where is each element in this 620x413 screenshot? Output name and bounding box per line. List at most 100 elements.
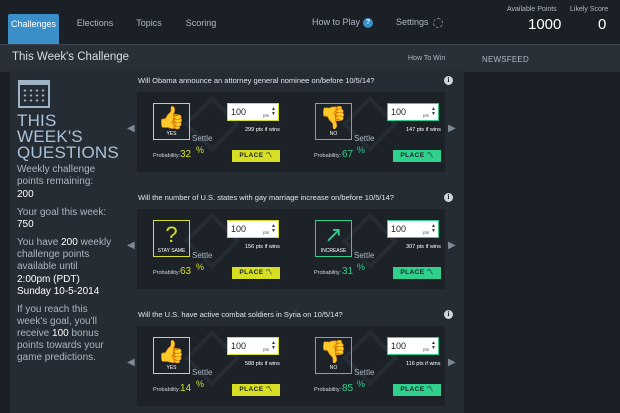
- newsfeed-heading: NEWSFEED: [482, 55, 529, 64]
- question-title: Will Obama announce an attorney general …: [138, 76, 375, 85]
- option-a-points-input[interactable]: 100 pts ▲ ▼: [227, 337, 279, 355]
- how-to-play-link[interactable]: How to Play?: [312, 17, 374, 28]
- next-arrow-icon[interactable]: ▶: [448, 123, 456, 134]
- remaining-label: Weekly challenge points remaining:: [17, 164, 96, 187]
- option-a-points-input[interactable]: 100 pts ▲ ▼: [227, 103, 279, 121]
- top-nav: Challenges Elections Topics Scoring How …: [0, 0, 620, 44]
- option-b-points-input[interactable]: 100 pts ▲ ▼: [387, 337, 439, 355]
- option-a-button[interactable]: ? STAY SAME: [153, 220, 190, 257]
- option-a-probability: 32: [180, 149, 192, 160]
- option-a-button[interactable]: 👍 YES: [153, 337, 190, 374]
- option-b-probability: 67: [342, 149, 354, 160]
- stepper-icon[interactable]: ▲ ▼: [271, 224, 276, 234]
- option-b-label: INCREASE: [320, 248, 347, 254]
- tab-challenges[interactable]: Challenges: [8, 14, 59, 44]
- option-b-place-button[interactable]: PLACE 〽: [393, 267, 441, 279]
- have-prefix: You have: [17, 237, 59, 248]
- option-a-button[interactable]: 👍 YES: [153, 103, 190, 140]
- thumbs-down-icon: 👎: [319, 105, 348, 130]
- settings-link[interactable]: Settings: [396, 17, 443, 28]
- question-title: Will the U.S. have active combat soldier…: [138, 310, 343, 319]
- probability-label: Probability:: [153, 270, 181, 276]
- weekly-availability-text: You have 200 weekly challenge points ava…: [17, 237, 117, 273]
- option-a-payout: 299 pts if wins: [245, 127, 280, 133]
- option-b-label: NO: [329, 131, 338, 137]
- bonus-text: If you reach this week's goal, you'll re…: [17, 304, 117, 364]
- trend-icon: 〽: [426, 386, 434, 393]
- probability-label: Probability:: [314, 153, 342, 159]
- tab-elections[interactable]: Elections: [72, 12, 118, 44]
- arrow-up-right-icon: ↗: [324, 222, 343, 247]
- option-b-points-input[interactable]: 100 pts ▲ ▼: [387, 103, 439, 121]
- trend-icon: 〽: [265, 269, 273, 276]
- percent-sign: %: [357, 262, 366, 272]
- prev-arrow-icon[interactable]: ◀: [127, 123, 135, 134]
- option-b-points-value: 100: [391, 341, 407, 351]
- percent-sign: %: [196, 145, 205, 155]
- stepper-icon[interactable]: ▲ ▼: [271, 107, 276, 117]
- available-points-value: 1000: [528, 16, 562, 33]
- info-icon[interactable]: i: [444, 193, 453, 202]
- place-label: PLACE: [400, 269, 425, 276]
- option-a-label: STAY SAME: [157, 248, 186, 254]
- tab-scoring[interactable]: Scoring: [180, 12, 222, 44]
- how-to-play-label: How to Play: [312, 17, 361, 27]
- stepper-icon[interactable]: ▲ ▼: [271, 341, 276, 351]
- place-label: PLACE: [239, 152, 264, 159]
- info-icon[interactable]: i: [444, 76, 453, 85]
- page-title: This Week's Challenge: [12, 51, 130, 63]
- option-a-points-value: 100: [231, 107, 247, 117]
- question-mark-icon: ?: [165, 222, 178, 247]
- option-b-button[interactable]: 👎 NO: [315, 337, 352, 374]
- trend-icon: 〽: [426, 152, 434, 159]
- have-value: 200: [61, 237, 78, 248]
- pts-suffix: pts: [422, 347, 429, 352]
- pts-suffix: pts: [422, 230, 429, 235]
- trend-icon: 〽: [426, 269, 434, 276]
- option-a-points-input[interactable]: 100 pts ▲ ▼: [227, 220, 279, 238]
- percent-sign: %: [196, 379, 205, 389]
- gear-icon: [432, 17, 443, 28]
- tab-topics[interactable]: Topics: [130, 12, 168, 44]
- option-b-place-button[interactable]: PLACE 〽: [393, 150, 441, 162]
- next-arrow-icon[interactable]: ▶: [448, 357, 456, 368]
- calendar-icon: [18, 80, 50, 108]
- option-a-place-button[interactable]: PLACE 〽: [232, 150, 280, 162]
- bonus-value: 100: [52, 328, 69, 339]
- option-b-place-button[interactable]: PLACE 〽: [393, 384, 441, 396]
- pts-suffix: pts: [262, 113, 269, 118]
- option-b-payout: 116 pts if wins: [406, 361, 441, 367]
- percent-sign: %: [196, 262, 205, 272]
- settle-label: Settle: [192, 251, 213, 260]
- option-b-points-input[interactable]: 100 pts ▲ ▼: [387, 220, 439, 238]
- option-a-place-button[interactable]: PLACE 〽: [232, 267, 280, 279]
- goal-label: Your goal this week:: [17, 207, 107, 218]
- thumbs-up-icon: 👍: [157, 105, 186, 130]
- option-a-place-button[interactable]: PLACE 〽: [232, 384, 280, 396]
- option-b-button[interactable]: 👎 NO: [315, 103, 352, 140]
- question-title: Will the number of U.S. states with gay …: [138, 193, 394, 202]
- thumbs-down-icon: 👎: [319, 339, 348, 364]
- how-to-win-link[interactable]: How To Win: [408, 55, 445, 62]
- place-label: PLACE: [400, 152, 425, 159]
- stepper-icon[interactable]: ▲ ▼: [431, 341, 436, 351]
- info-icon[interactable]: i: [444, 310, 453, 319]
- probability-label: Probability:: [153, 153, 181, 159]
- trend-icon: 〽: [265, 386, 273, 393]
- settle-label: Settle: [192, 134, 213, 143]
- pts-suffix: pts: [262, 230, 269, 235]
- stepper-icon[interactable]: ▲ ▼: [431, 224, 436, 234]
- place-label: PLACE: [239, 269, 264, 276]
- likely-score-label: Likely Score: [570, 6, 609, 13]
- option-a-probability: 14: [180, 383, 192, 394]
- option-b-probability: 31: [342, 266, 354, 277]
- option-b-button[interactable]: ↗ INCREASE: [315, 220, 352, 257]
- settle-label: Settle: [354, 251, 375, 260]
- prev-arrow-icon[interactable]: ◀: [127, 240, 135, 251]
- option-a-probability: 63: [180, 266, 192, 277]
- stepper-icon[interactable]: ▲ ▼: [431, 107, 436, 117]
- settle-label: Settle: [192, 368, 213, 377]
- prev-arrow-icon[interactable]: ◀: [127, 357, 135, 368]
- next-arrow-icon[interactable]: ▶: [448, 240, 456, 251]
- goal-value: 750: [17, 219, 34, 230]
